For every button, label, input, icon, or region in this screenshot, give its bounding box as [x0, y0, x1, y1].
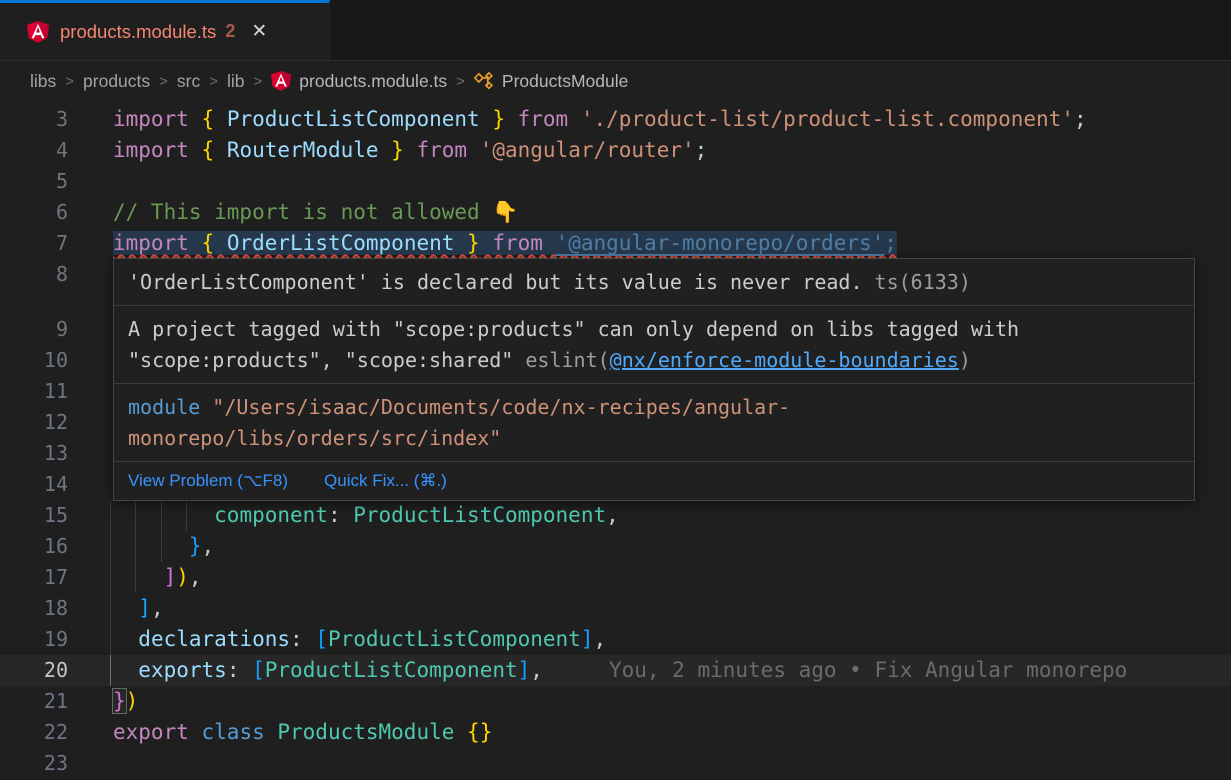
quick-fix-action[interactable]: Quick Fix... (⌘.): [324, 470, 447, 492]
code-text: import { ProductListComponent } from './…: [113, 104, 1087, 135]
code-line-17[interactable]: 17 ]),: [0, 562, 1231, 593]
angular-icon: [271, 71, 291, 91]
line-number: 19: [0, 624, 68, 655]
chevron-right-icon: >: [254, 73, 263, 90]
tab-title: products.module.ts: [60, 21, 216, 43]
line-number: 13: [0, 438, 68, 469]
code-line-23[interactable]: 23: [0, 748, 1231, 779]
line-number: 11: [0, 376, 68, 407]
angular-icon: [27, 21, 49, 43]
indent-guide: [135, 562, 136, 593]
code-line-21[interactable]: 21}): [0, 686, 1231, 717]
tab-bar: products.module.ts 2 ✕: [0, 0, 1231, 61]
breadcrumb-item-products[interactable]: products: [83, 71, 150, 92]
code-editor[interactable]: 'OrderListComponent' is declared but its…: [0, 100, 1231, 780]
hover-message-1: 'OrderListComponent' is declared but its…: [114, 259, 1194, 305]
breadcrumb-item-lib[interactable]: lib: [227, 71, 245, 92]
code-text: import { OrderListComponent } from '@ang…: [113, 228, 897, 259]
code-line-18[interactable]: 18 ],: [0, 593, 1231, 624]
line-number: 8: [0, 259, 68, 290]
hover-message-2: A project tagged with "scope:products" c…: [114, 305, 1194, 383]
class-symbol-icon: [474, 71, 494, 91]
line-number: 20: [0, 655, 68, 686]
breadcrumb-item-src[interactable]: src: [177, 71, 200, 92]
line-number: 16: [0, 531, 68, 562]
line-number: 23: [0, 748, 68, 779]
breadcrumb: libs > products > src > lib > products.module.ts…: [0, 62, 1231, 100]
line-number: 18: [0, 593, 68, 624]
tab-problem-count: 2: [225, 21, 235, 42]
code-text: // This import is not allowed 👇: [113, 197, 518, 228]
git-blame-annotation: You, 2 minutes ago • Fix Angular monorep…: [609, 658, 1127, 682]
indent-guide: [110, 500, 111, 531]
indent-guide: [161, 500, 162, 531]
chevron-right-icon: >: [209, 73, 218, 90]
breadcrumb-item-libs[interactable]: libs: [30, 71, 56, 92]
line-number: 22: [0, 717, 68, 748]
line-number: 14: [0, 469, 68, 500]
code-line-6[interactable]: 6 // This import is not allowed 👇: [0, 197, 1231, 228]
code-text: ],: [113, 593, 164, 624]
line-number: 10: [0, 345, 68, 376]
line-number: 6: [0, 197, 68, 228]
indent-guide: [110, 593, 111, 624]
chevron-right-icon: >: [65, 73, 74, 90]
line-number: 5: [0, 166, 68, 197]
code-text: exports: [ProductListComponent],You, 2 m…: [113, 655, 1127, 686]
indent-guide: [135, 500, 136, 531]
code-text: },: [113, 531, 214, 562]
code-line-20[interactable]: 20 exports: [ProductListComponent],You, …: [0, 655, 1231, 686]
breadcrumb-file[interactable]: products.module.ts: [299, 71, 447, 92]
line-number: 4: [0, 135, 68, 166]
code-line-4[interactable]: 4 import { RouterModule } from '@angular/…: [0, 135, 1231, 166]
line-number: 17: [0, 562, 68, 593]
tab-products-module[interactable]: products.module.ts 2 ✕: [0, 0, 330, 60]
code-line-7[interactable]: 7 import { OrderListComponent } from '@an…: [0, 228, 1231, 259]
code-text: import { RouterModule } from '@angular/r…: [113, 135, 707, 166]
hover-actions: View Problem (⌥F8) Quick Fix... (⌘.): [114, 461, 1194, 500]
indent-guide: [110, 624, 111, 655]
code-text: }): [113, 686, 138, 717]
line-number: 7: [0, 228, 68, 259]
line-number: 15: [0, 500, 68, 531]
problem-hover-tooltip: 'OrderListComponent' is declared but its…: [113, 258, 1195, 501]
indent-guide: [110, 655, 111, 686]
indent-guide: [186, 500, 187, 531]
code-line-5[interactable]: 5: [0, 166, 1231, 197]
close-icon[interactable]: ✕: [251, 22, 267, 41]
indent-guide: [135, 531, 136, 562]
line-number: 9: [0, 314, 68, 345]
indent-guide: [110, 531, 111, 562]
code-text: ]),: [113, 562, 202, 593]
eslint-rule-link[interactable]: @nx/enforce-module-boundaries: [610, 348, 959, 372]
chevron-right-icon: >: [456, 73, 465, 90]
code-text: export class ProductsModule {}: [113, 717, 492, 748]
line-number: 3: [0, 104, 68, 135]
indent-guide: [161, 531, 162, 562]
view-problem-action[interactable]: View Problem (⌥F8): [128, 470, 288, 492]
code-line-22[interactable]: 22 export class ProductsModule {}: [0, 717, 1231, 748]
line-number: 12: [0, 407, 68, 438]
line-number: 21: [0, 686, 68, 717]
code-line-16[interactable]: 16 },: [0, 531, 1231, 562]
code-text: declarations: [ProductListComponent],: [113, 624, 606, 655]
code-line-19[interactable]: 19 declarations: [ProductListComponent],: [0, 624, 1231, 655]
chevron-right-icon: >: [159, 73, 168, 90]
breadcrumb-symbol[interactable]: ProductsModule: [502, 71, 628, 92]
hover-message-3: module "/Users/isaac/Documents/code/nx-r…: [114, 383, 1194, 461]
code-line-3[interactable]: 3 import { ProductListComponent } from '.…: [0, 104, 1231, 135]
indent-guide: [110, 562, 111, 593]
code-text: component: ProductListComponent,: [113, 500, 619, 531]
code-line-15[interactable]: 15 component: ProductListComponent,: [0, 500, 1231, 531]
